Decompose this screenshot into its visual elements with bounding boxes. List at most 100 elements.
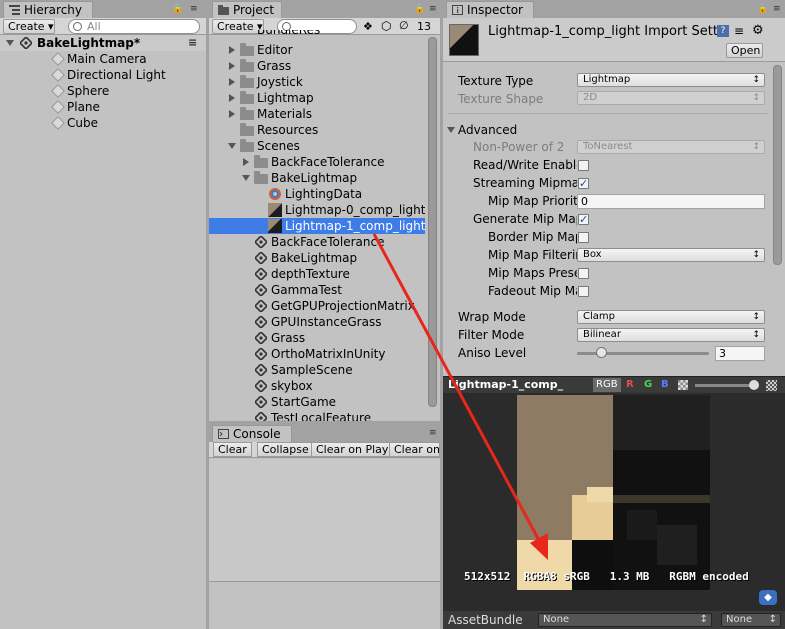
dropdown-arrow-icon: ↕ [752,250,760,260]
expand-icon[interactable] [6,40,14,46]
collapse-icon[interactable] [242,175,250,181]
project-folder[interactable]: BackFaceTolerance [209,154,425,170]
lock-icon[interactable]: 🔒 [414,4,425,14]
project-scene[interactable]: GetGPUProjectionMatrix [209,298,425,314]
expand-icon[interactable] [229,78,235,86]
preset-icon[interactable]: ≡ [734,24,744,38]
project-folder[interactable]: Resources [209,122,425,138]
project-asset-selected[interactable]: Lightmap-1_comp_light [209,218,425,234]
generate-mipmaps-checkbox[interactable]: ✓ [578,214,589,225]
assetbundle-variant-dropdown[interactable]: None ↕ [721,613,781,627]
advanced-foldout[interactable]: Advanced [458,122,517,138]
collapse-icon[interactable] [228,143,236,149]
streaming-mipmap-checkbox[interactable]: ✓ [578,178,589,189]
mip-slider-track[interactable] [695,384,753,387]
project-folder[interactable]: Editor [209,42,425,58]
project-scene[interactable]: SampleScene [209,362,425,378]
hierarchy-search-input[interactable]: All [68,19,200,34]
panel-menu-icon[interactable]: ≡ [773,4,781,14]
g-channel-button[interactable]: G [644,378,652,392]
project-folder[interactable]: Grass [209,58,425,74]
fadeout-mipmaps-checkbox[interactable] [578,286,589,297]
project-folder[interactable]: BakeLightmap [209,170,425,186]
project-scene[interactable]: TestLocalFeature [209,410,425,421]
console-collapse-button[interactable]: Collapse [257,442,314,457]
texture-type-dropdown[interactable]: Lightmap ↕ [577,73,765,87]
mipmaps-preserve-checkbox[interactable] [578,268,589,279]
border-mipmap-checkbox[interactable] [578,232,589,243]
mipmap-filtering-dropdown[interactable]: Box ↕ [577,248,765,262]
settings-gear-icon[interactable]: ⚙ [752,23,764,38]
project-asset[interactable]: Lightmap-0_comp_light [209,202,425,218]
project-scrollbar-thumb[interactable] [428,37,437,407]
hierarchy-create-button[interactable]: Create ▾ [3,19,55,34]
expand-icon[interactable] [229,94,235,102]
scene-menu-icon[interactable]: ≡ [188,35,197,51]
alpha-channel-icon[interactable] [678,380,688,390]
project-folder[interactable]: Joystick [209,74,425,90]
console-clear-button[interactable]: Clear [213,442,252,457]
open-button[interactable]: Open [726,43,763,58]
project-scene[interactable]: skybox [209,378,425,394]
project-scene[interactable]: GPUInstanceGrass [209,314,425,330]
hierarchy-object[interactable]: Plane [0,99,206,115]
mip-priority-field[interactable]: 0 [577,194,765,209]
hierarchy-object[interactable]: Directional Light [0,67,206,83]
project-scrollbar[interactable] [425,35,440,421]
project-asset[interactable]: LightingData [209,186,425,202]
r-channel-button[interactable]: R [626,378,634,392]
mip-slider-thumb[interactable] [749,380,759,390]
hierarchy-object[interactable]: Sphere [0,83,206,99]
expand-icon[interactable] [229,62,235,70]
project-folder[interactable]: BundleRes [209,30,425,38]
assetbundle-label: AssetBundle [448,613,523,627]
inspector-scrollbar[interactable] [770,63,785,373]
project-scene[interactable]: Grass [209,330,425,346]
project-scene[interactable]: StartGame [209,394,425,410]
expand-icon[interactable] [229,110,235,118]
project-scene[interactable]: GammaTest [209,282,425,298]
help-icon[interactable]: ? [717,25,729,37]
hierarchy-object[interactable]: Main Camera [0,51,206,67]
tab-console[interactable]: Console [212,425,292,442]
project-scene[interactable]: OrthoMatrixInUnity [209,346,425,362]
dropdown-arrow-icon: ↕ [752,93,760,103]
wrap-mode-dropdown[interactable]: Clamp ↕ [577,310,765,324]
texture-thumbnail-icon [268,219,282,233]
console-clear-on-play-button[interactable]: Clear on Play [311,442,394,457]
panel-menu-icon[interactable]: ≡ [429,4,437,14]
project-folder[interactable]: Materials [209,106,425,122]
console-icon [218,429,229,439]
project-folder[interactable]: Scenes [209,138,425,154]
advanced-foldout-icon[interactable] [447,127,455,133]
info-icon [452,5,463,15]
console-detail-area[interactable] [209,583,440,629]
panel-menu-icon[interactable]: ≡ [429,428,437,438]
tab-hierarchy[interactable]: Hierarchy [3,1,93,18]
hierarchy-object[interactable]: Cube [0,115,206,131]
read-write-checkbox[interactable] [578,160,589,171]
inspector-scrollbar-thumb[interactable] [773,65,782,265]
lock-icon[interactable]: 🔒 [757,4,768,14]
project-scene[interactable]: BackFaceTolerance [209,234,425,250]
assetbundle-dropdown[interactable]: None ↕ [538,613,712,627]
lock-icon[interactable]: 🔒 [172,4,183,14]
tab-inspector[interactable]: Inspector [446,1,534,18]
asset-label-icon[interactable]: ◆ [759,590,777,605]
console-clear-on-build-button[interactable]: Clear on [389,442,440,457]
project-scene[interactable]: depthTexture [209,266,425,282]
expand-icon[interactable] [243,158,249,166]
aniso-level-field[interactable]: 3 [715,346,765,361]
project-scene[interactable]: BakeLightmap [209,250,425,266]
b-channel-button[interactable]: B [661,378,669,392]
aniso-slider-thumb[interactable] [595,347,607,358]
gameobject-icon [51,68,65,82]
scene-header[interactable]: BakeLightmap* ≡ [0,35,206,51]
panel-menu-icon[interactable]: ≡ [190,4,198,14]
console-log-area[interactable] [209,459,440,582]
tab-project[interactable]: Project [212,1,282,18]
filter-mode-dropdown[interactable]: Bilinear ↕ [577,328,765,342]
project-folder[interactable]: Lightmap [209,90,425,106]
rgb-channel-button[interactable]: RGB [593,378,621,392]
expand-icon[interactable] [229,46,235,54]
